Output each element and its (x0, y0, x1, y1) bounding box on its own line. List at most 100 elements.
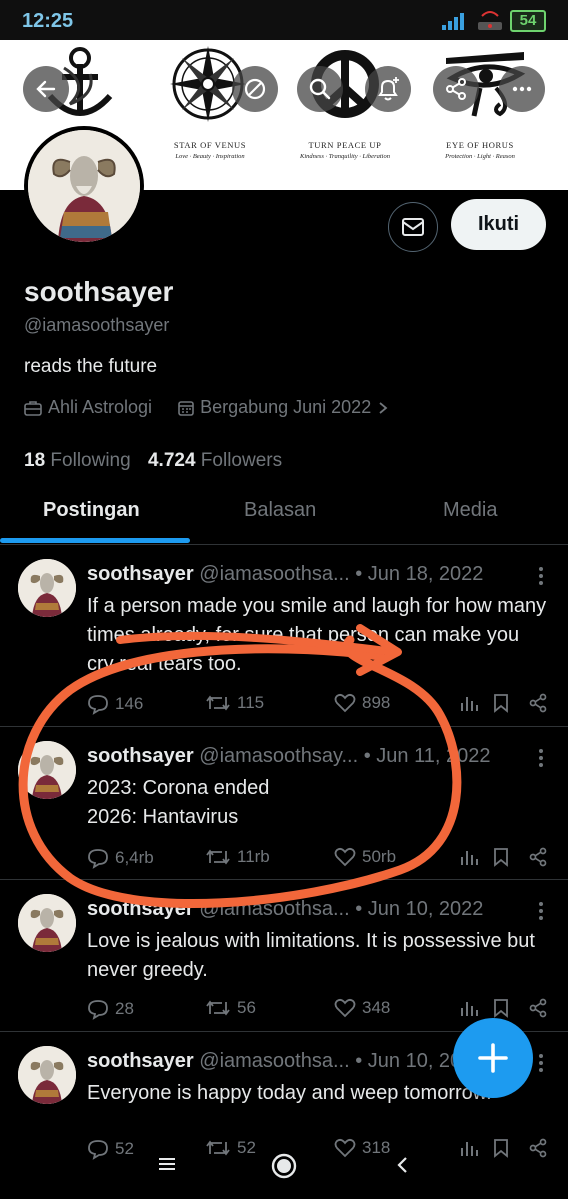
repost-count: 56 (237, 998, 256, 1017)
envelope-icon (402, 218, 424, 236)
views-button[interactable] (459, 693, 479, 713)
post-avatar[interactable] (18, 559, 76, 617)
post-author-name[interactable]: soothsayer (87, 563, 194, 585)
post[interactable]: soothsayer @iamasoothsa... • Jun 18, 202… (0, 545, 568, 727)
following-label: Following (50, 450, 131, 471)
post-more-icon[interactable] (538, 567, 544, 587)
emblem-caption: EYE OF HORUS Protection · Light · Reason (420, 140, 540, 160)
emblem-title: EYE OF HORUS (446, 140, 514, 150)
repost-icon (206, 695, 230, 711)
post-author-name[interactable]: soothsayer (87, 745, 194, 767)
nav-back-icon[interactable] (396, 1156, 408, 1174)
bookmark-button[interactable] (492, 998, 510, 1018)
compose-post-button[interactable] (453, 1018, 533, 1098)
tab-media[interactable]: Media (443, 499, 497, 522)
post-author-name[interactable]: soothsayer (87, 1050, 194, 1072)
post-author-name[interactable]: soothsayer (87, 898, 194, 920)
tab-posts[interactable]: Postingan (43, 499, 140, 522)
like-button[interactable]: 898 (334, 693, 390, 713)
post-more-icon[interactable] (538, 1054, 544, 1074)
ram-avatar-image (28, 130, 140, 242)
profile-stats: 18 Following 4.724 Followers (24, 450, 282, 472)
search-button[interactable] (297, 66, 343, 112)
post-more-icon[interactable] (538, 902, 544, 922)
system-nav-bar (0, 1140, 568, 1199)
profile-tabs: Postingan Balasan Media (0, 485, 568, 545)
reply-icon (88, 849, 108, 869)
emblem-title: STAR OF VENUS (173, 140, 247, 150)
bookmark-button[interactable] (492, 847, 510, 867)
reply-button[interactable]: 146 (87, 693, 143, 715)
more-icon (512, 86, 532, 92)
emblem-caption: TURN PEACE UP Kindness · Tranquility · L… (285, 140, 405, 160)
emblem-subtitle: Protection · Light · Reason (445, 153, 515, 160)
post-handle-date: @iamasoothsa... • Jun 18, 2022 (199, 563, 484, 585)
profile-meta: Ahli Astrologi Bergabung Juni 2022 (24, 397, 389, 418)
views-button[interactable] (459, 998, 479, 1018)
reply-button[interactable]: 6,4rb (87, 847, 154, 869)
like-button[interactable]: 348 (334, 998, 390, 1018)
bookmark-button[interactable] (492, 693, 510, 713)
message-button[interactable] (388, 202, 438, 252)
emblem-caption: STAR OF VENUS Love · Beauty · Inspiratio… (150, 140, 270, 160)
repost-button[interactable]: 115 (205, 693, 264, 713)
repost-button[interactable]: 56 (205, 998, 256, 1018)
profile-joined[interactable]: Bergabung Juni 2022 (178, 397, 389, 418)
following-link[interactable]: 18 Following (24, 450, 131, 471)
tab-replies[interactable]: Balasan (244, 499, 316, 522)
follow-button[interactable]: Ikuti (451, 199, 546, 250)
briefcase-icon (24, 400, 42, 416)
more-options-button[interactable] (499, 66, 545, 112)
post-header: soothsayer @iamasoothsay... • Jun 11, 20… (87, 745, 490, 768)
share-profile-button[interactable] (433, 66, 479, 112)
recents-icon[interactable] (158, 1157, 176, 1171)
plus-icon (478, 1043, 508, 1073)
share-icon (529, 847, 547, 867)
post-more-icon[interactable] (538, 749, 544, 769)
views-chart-icon (461, 697, 478, 711)
post[interactable]: soothsayer @iamasoothsay... • Jun 11, 20… (0, 727, 568, 880)
profile-avatar[interactable] (24, 126, 144, 246)
emblem-subtitle: Love · Beauty · Inspiration (175, 153, 245, 160)
bookmark-icon (494, 694, 508, 713)
notification-subscribe-button[interactable] (365, 66, 411, 112)
repost-icon (206, 849, 230, 865)
reply-count: 28 (115, 999, 134, 1018)
share-post-button[interactable] (528, 847, 548, 867)
following-count: 18 (24, 450, 46, 471)
signal-icon (442, 12, 468, 30)
bookmark-icon (494, 999, 508, 1018)
post-body: Love is jealous with limitations. It is … (87, 927, 547, 985)
like-count: 898 (362, 693, 391, 712)
repost-button[interactable]: 11rb (205, 847, 270, 867)
post[interactable]: soothsayer @iamasoothsa... • Jun 10, 202… (0, 880, 568, 1032)
reply-button[interactable]: 28 (87, 998, 134, 1020)
calendar-icon (178, 400, 194, 416)
reply-icon (88, 695, 108, 715)
profile-category: Ahli Astrologi (24, 397, 152, 418)
chevron-right-icon (379, 401, 388, 414)
post-actions: 6,4rb 11rb 50rb (87, 847, 557, 871)
share-icon (529, 693, 547, 713)
emblem-title: TURN PEACE UP (308, 140, 382, 150)
post-avatar[interactable] (18, 1046, 76, 1104)
post-avatar[interactable] (18, 741, 76, 799)
post-avatar[interactable] (18, 894, 76, 952)
followers-label: Followers (200, 450, 283, 471)
post-header: soothsayer @iamasoothsa... • Jun 10, 202… (87, 898, 483, 921)
views-button[interactable] (459, 847, 479, 867)
followers-count: 4.724 (147, 450, 196, 471)
reply-count: 6,4rb (115, 848, 154, 867)
home-icon[interactable] (270, 1152, 298, 1180)
post-text-line: 2023: Corona ended (87, 777, 270, 799)
like-button[interactable]: 50rb (334, 847, 396, 867)
post-handle-date: @iamasoothsa... • Jun 10, 2022 (199, 1050, 484, 1072)
heart-icon (334, 847, 356, 867)
back-button[interactable] (23, 66, 69, 112)
back-icon (36, 80, 56, 98)
block-button[interactable] (232, 66, 278, 112)
followers-link[interactable]: 4.724 Followers (148, 450, 282, 471)
search-icon (309, 78, 331, 100)
share-post-button[interactable] (528, 998, 548, 1018)
share-post-button[interactable] (528, 693, 548, 713)
